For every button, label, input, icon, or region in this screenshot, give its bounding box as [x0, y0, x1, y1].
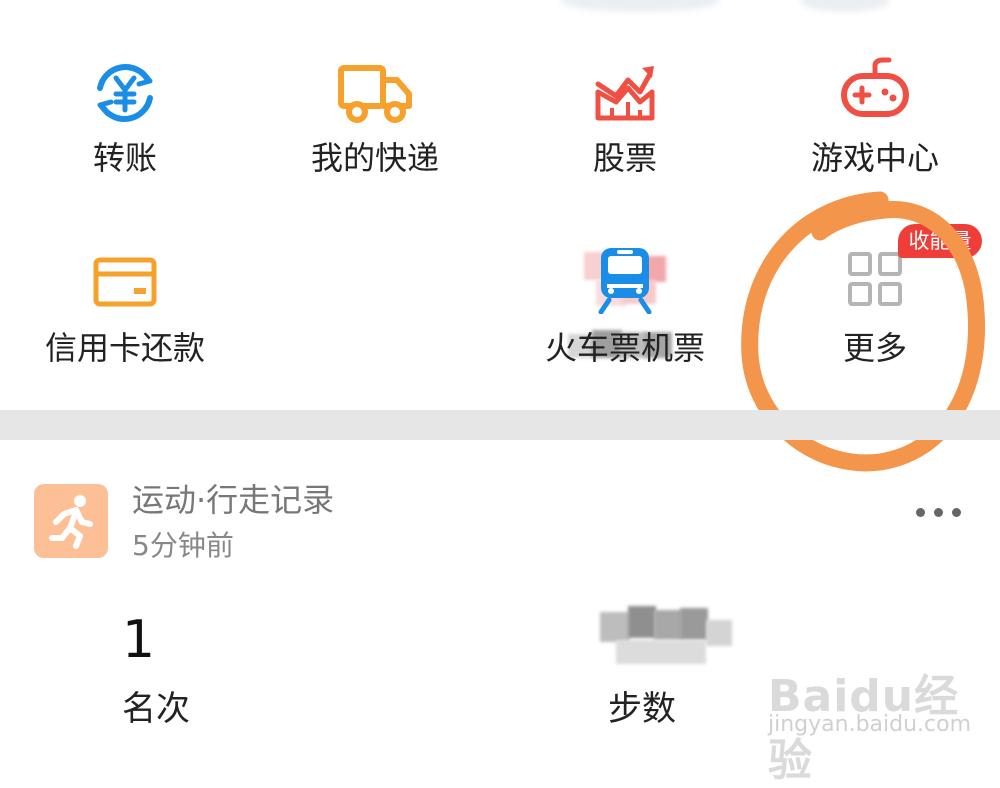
rank-label: 名次 — [122, 689, 190, 729]
service-label: 更多 — [842, 329, 907, 367]
running-man-icon — [34, 484, 108, 558]
service-pixelated[interactable] — [250, 0, 672, 358]
service-more[interactable]: 更多 — [750, 0, 1000, 367]
energy-badge: 收能量 — [898, 224, 982, 258]
activity-card-title: 运动·行走记录 — [132, 481, 335, 519]
activity-card-time: 5分钟前 — [132, 529, 234, 562]
more-dots-icon[interactable] — [916, 505, 962, 519]
grid-more-icon — [848, 252, 902, 306]
service-label: 信用卡还款 — [44, 329, 205, 367]
baidu-watermark-url: jingyan.baidu.com — [768, 712, 972, 737]
service-credit-card-repay[interactable]: 信用卡还款 — [0, 0, 250, 367]
train-icon — [598, 248, 652, 314]
section-divider — [0, 410, 1000, 440]
rank-value: 1 — [122, 610, 156, 670]
service-train-flight[interactable]: 火车票机票 — [500, 0, 750, 367]
service-label: 火车票机票 — [544, 329, 705, 367]
credit-card-icon — [93, 257, 157, 307]
steps-label: 步数 — [608, 689, 676, 729]
